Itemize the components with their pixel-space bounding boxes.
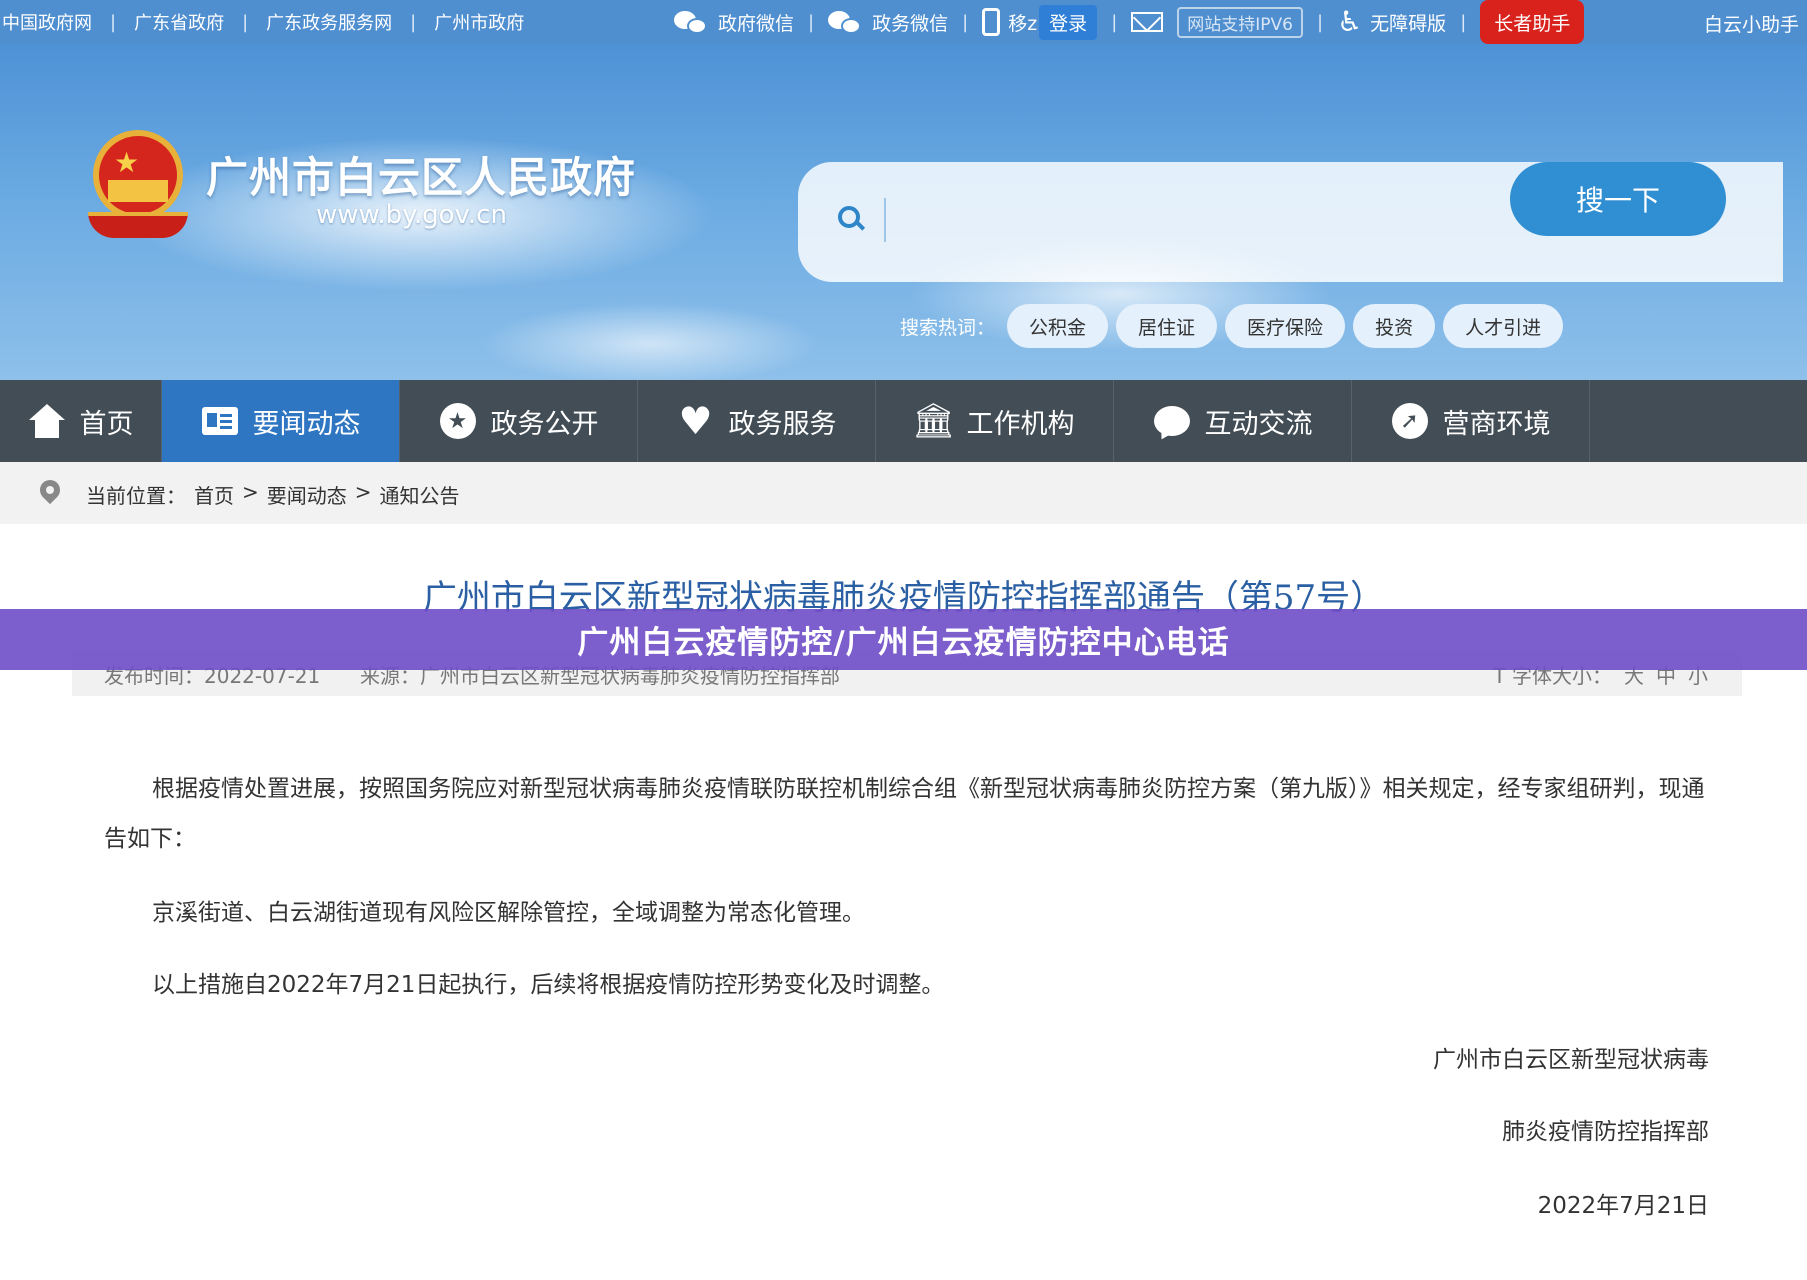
news-icon [201,402,239,440]
separator: | [1111,11,1118,33]
accessible-label: 无障碍版 [1370,12,1447,35]
nav-business[interactable]: ➚ 营商环境 [1352,380,1590,462]
link-central-gov[interactable]: 中国政府网 [2,9,92,35]
chat-icon [1153,402,1191,440]
topbar-tools: 政府微信 | 政务微信 | 移z 登录 | 网站支持IPV6 | ♿ 无障碍版 [660,0,1598,44]
article-paragraph: 根据疫情处置进展，按照国务院应对新型冠状病毒肺炎疫情联防联控机制综合组《新型冠状… [104,776,1705,852]
nav-gov-service[interactable]: ♥ 政务服务 [638,380,876,462]
separator: | [110,11,117,33]
caption-overlay: 广州白云疫情防控/广州白云疫情防控中心电话 [0,609,1807,670]
article-paragraph: 以上措施自2022年7月21日起执行，后续将根据疫情防控形势变化及时调整。 [152,972,945,998]
ipv6-badge: 网站支持IPV6 [1117,6,1317,38]
hot-search-words: 搜索热词： 公积金 居住证 医疗保险 投资 人才引进 [900,304,1564,348]
hot-word-chip[interactable]: 人才引进 [1443,304,1564,348]
wechat-icon [828,9,864,35]
link-guangdong-gov[interactable]: 广东省政府 [134,9,224,35]
site-title: 广州市白云区人民政府 [206,153,637,202]
mobile-link[interactable]: 移z 登录 [968,4,1111,40]
accessible-link[interactable]: ♿ 无障碍版 [1323,8,1460,36]
breadcrumb: 当前位置： 首页 > 要闻动态 > 通知公告 [0,462,1807,524]
hot-word-chip[interactable]: 公积金 [1007,304,1109,348]
search-input[interactable] [884,198,1484,242]
service-wechat-link[interactable]: 政务微信 [814,9,962,36]
hot-search-label: 搜索热词： [900,316,996,339]
breadcrumb-label: 当前位置： [86,484,186,508]
login-button[interactable]: 登录 [1039,4,1098,40]
home-icon [28,402,66,440]
building-icon: 🏛 [911,401,956,441]
breadcrumb-news[interactable]: 要闻动态 [267,480,347,509]
signature-date: 2022年7月21日 [1537,1193,1709,1219]
nav-label: 政务服务 [728,408,837,440]
elder-helper-wrap: 长者助手 [1466,0,1598,44]
article-paragraph: 京溪街道、白云湖街道现有风险区解除管控，全域调整为常态化管理。 [152,900,865,926]
breadcrumb-home[interactable]: 首页 [194,480,234,509]
nav-label: 工作机构 [966,408,1075,440]
breadcrumb-sep: > [354,480,372,504]
location-pin-icon [35,475,65,506]
ipv6-label: 网站支持IPV6 [1177,6,1303,38]
nav-label: 政务公开 [490,408,599,440]
header-banner: ★ 广州市白云区人民政府 www.by.gov.cn 搜一下 搜索热词： 公积金… [0,44,1807,380]
nav-agencies[interactable]: 🏛 工作机构 [876,380,1114,462]
star-icon: ★ [439,402,477,440]
hot-word-chip[interactable]: 投资 [1353,304,1436,348]
breadcrumb-trail: 当前位置： 首页 > 要闻动态 > 通知公告 [86,480,460,509]
gov-wechat-link[interactable]: 政府微信 [660,9,808,36]
nav-gov-open[interactable]: ★ 政务公开 [400,380,638,462]
gov-wechat-label: 政府微信 [718,12,795,35]
breadcrumb-notices[interactable]: 通知公告 [380,480,460,509]
hot-word-chip[interactable]: 居住证 [1116,304,1218,348]
site-domain: www.by.gov.cn [316,200,507,230]
wechat-icon [674,9,710,35]
breadcrumb-sep: > [242,480,259,504]
mini-program-link[interactable]: 白云小助手 [1704,10,1799,37]
main-nav: 首页 要闻动态 ★ 政务公开 ♥ 政务服务 🏛 工作机构 互动交流 ➚ 营商环境 [0,380,1807,462]
signature-line: 广州市白云区新型冠状病毒 [1433,1047,1709,1073]
link-gd-service[interactable]: 广东政务服务网 [266,9,392,35]
link-guangzhou-gov[interactable]: 广州市政府 [434,9,524,35]
top-utility-bar: 中国政府网 | 广东省政府 | 广东政务服务网 | 广州市政府 政府微信 | 政… [0,0,1807,44]
heart-icon: ♥ [678,399,713,443]
service-wechat-label: 政务微信 [872,12,949,35]
national-emblem-logo: ★ [88,130,188,240]
nav-interaction[interactable]: 互动交流 [1114,380,1352,462]
separator: | [808,11,815,33]
mail-icon [1131,12,1164,32]
nav-label: 要闻动态 [252,408,361,440]
mobile-label: 移z [1008,12,1038,35]
nav-label: 互动交流 [1204,408,1313,440]
nav-label: 首页 [79,408,134,440]
signature-line: 肺炎疫情防控指挥部 [1502,1119,1709,1145]
phone-icon [982,8,1001,36]
business-icon: ➚ [1391,402,1429,440]
hot-word-chip[interactable]: 医疗保险 [1225,304,1346,348]
separator: | [242,11,249,33]
separator: | [1316,11,1324,33]
search-button[interactable]: 搜一下 [1510,162,1726,236]
separator: | [410,11,417,33]
wheelchair-icon: ♿ [1337,5,1363,38]
separator: | [1460,11,1467,33]
elder-helper-button[interactable]: 长者助手 [1480,0,1585,44]
external-links: 中国政府网 | 广东省政府 | 广东政务服务网 | 广州市政府 [0,9,524,35]
search-icon [838,206,866,232]
separator: | [962,11,969,33]
nav-news[interactable]: 要闻动态 [162,380,400,462]
nav-label: 营商环境 [1442,408,1551,440]
page: 中国政府网 | 广东省政府 | 广东政务服务网 | 广州市政府 政府微信 | 政… [0,0,1807,1280]
caption-text: 广州白云疫情防控/广州白云疫情防控中心电话 [577,625,1230,661]
nav-home[interactable]: 首页 [0,380,162,462]
